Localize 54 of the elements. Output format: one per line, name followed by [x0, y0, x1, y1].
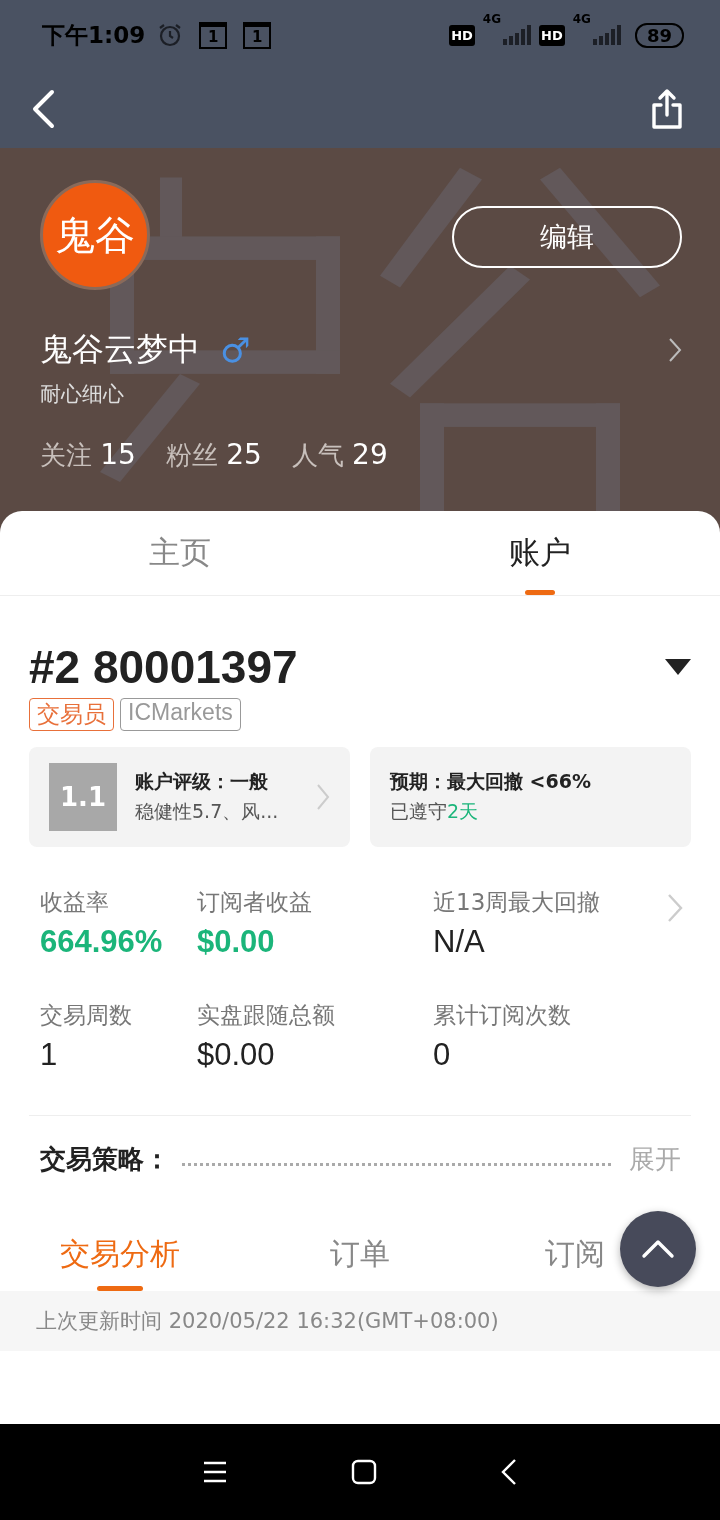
- tag: ICMarkets: [120, 698, 241, 731]
- tab[interactable]: 账户: [360, 511, 720, 595]
- metric-value: 664.96%: [40, 924, 164, 960]
- dropdown-icon[interactable]: [665, 659, 691, 675]
- profile-stat[interactable]: 关注 15: [40, 438, 136, 473]
- chevron-right-icon: [316, 783, 330, 811]
- metric-value: 0: [433, 1037, 452, 1073]
- metric-value: $0.00: [197, 924, 276, 960]
- metric-label: 交易周数: [40, 1001, 133, 1030]
- rating-title: 账户评级：一般: [135, 769, 269, 794]
- expectation-title: 预期：最大回撤 <66%: [390, 769, 592, 794]
- tab[interactable]: 订单: [326, 1217, 394, 1291]
- metric-label: 近13周最大回撤: [433, 888, 602, 917]
- profile-stat[interactable]: 粉丝 25: [165, 438, 262, 473]
- share-icon[interactable]: [650, 88, 684, 130]
- metric-value: 1: [40, 1037, 59, 1073]
- chevron-right-icon[interactable]: [668, 337, 682, 363]
- signal-icon: [590, 25, 621, 45]
- tab[interactable]: 主页: [0, 511, 360, 595]
- signal-icon: [501, 25, 532, 45]
- back-icon[interactable]: [501, 1458, 517, 1486]
- gender-icon: ♂: [220, 330, 251, 370]
- metric-label: 累计订阅次数: [433, 1001, 572, 1030]
- hd-badge: HD: [449, 24, 475, 46]
- calendar-icon: 1: [199, 21, 228, 49]
- metric-label: 订阅者收益: [197, 888, 313, 917]
- rating-detail: 稳健性5.7、风...: [135, 799, 280, 824]
- user-bio: 耐心细心: [40, 381, 125, 408]
- profile-stat[interactable]: 人气 29: [291, 438, 388, 473]
- metric-label: 收益率: [40, 888, 110, 917]
- strategy-label: 交易策略：: [40, 1143, 170, 1176]
- chevron-up-icon: [641, 1239, 675, 1259]
- menu-icon[interactable]: [203, 1461, 227, 1483]
- user-name: 鬼谷云梦中: [40, 329, 200, 370]
- calendar-icon: 1: [243, 21, 272, 49]
- tag: 交易员: [29, 698, 114, 731]
- battery-indicator: 89: [634, 22, 684, 48]
- network-type: 4G: [572, 12, 591, 26]
- metric-value: N/A: [433, 924, 486, 960]
- expectation-status: 已遵守2天: [390, 799, 480, 824]
- back-icon[interactable]: [30, 89, 56, 129]
- rating-card[interactable]: 1.1 账户评级：一般 稳健性5.7、风...: [29, 747, 350, 847]
- edit-button[interactable]: 编辑: [452, 206, 682, 268]
- hd-badge: HD: [539, 24, 565, 46]
- home-icon[interactable]: [351, 1459, 377, 1485]
- account-number: #2 80001397: [29, 640, 298, 694]
- network-type: 4G: [482, 12, 502, 26]
- rating-score: 1.1: [49, 763, 117, 831]
- scroll-top-button[interactable]: [620, 1211, 696, 1287]
- metric-value: $0.00: [197, 1037, 276, 1073]
- tab[interactable]: 订阅: [541, 1217, 609, 1291]
- metric-label: 实盘跟随总额: [197, 1001, 336, 1030]
- status-time: 下午1:09: [42, 20, 146, 50]
- last-updated-text: 上次更新时间 2020/05/22 16:32(GMT+08:00): [36, 1309, 499, 1333]
